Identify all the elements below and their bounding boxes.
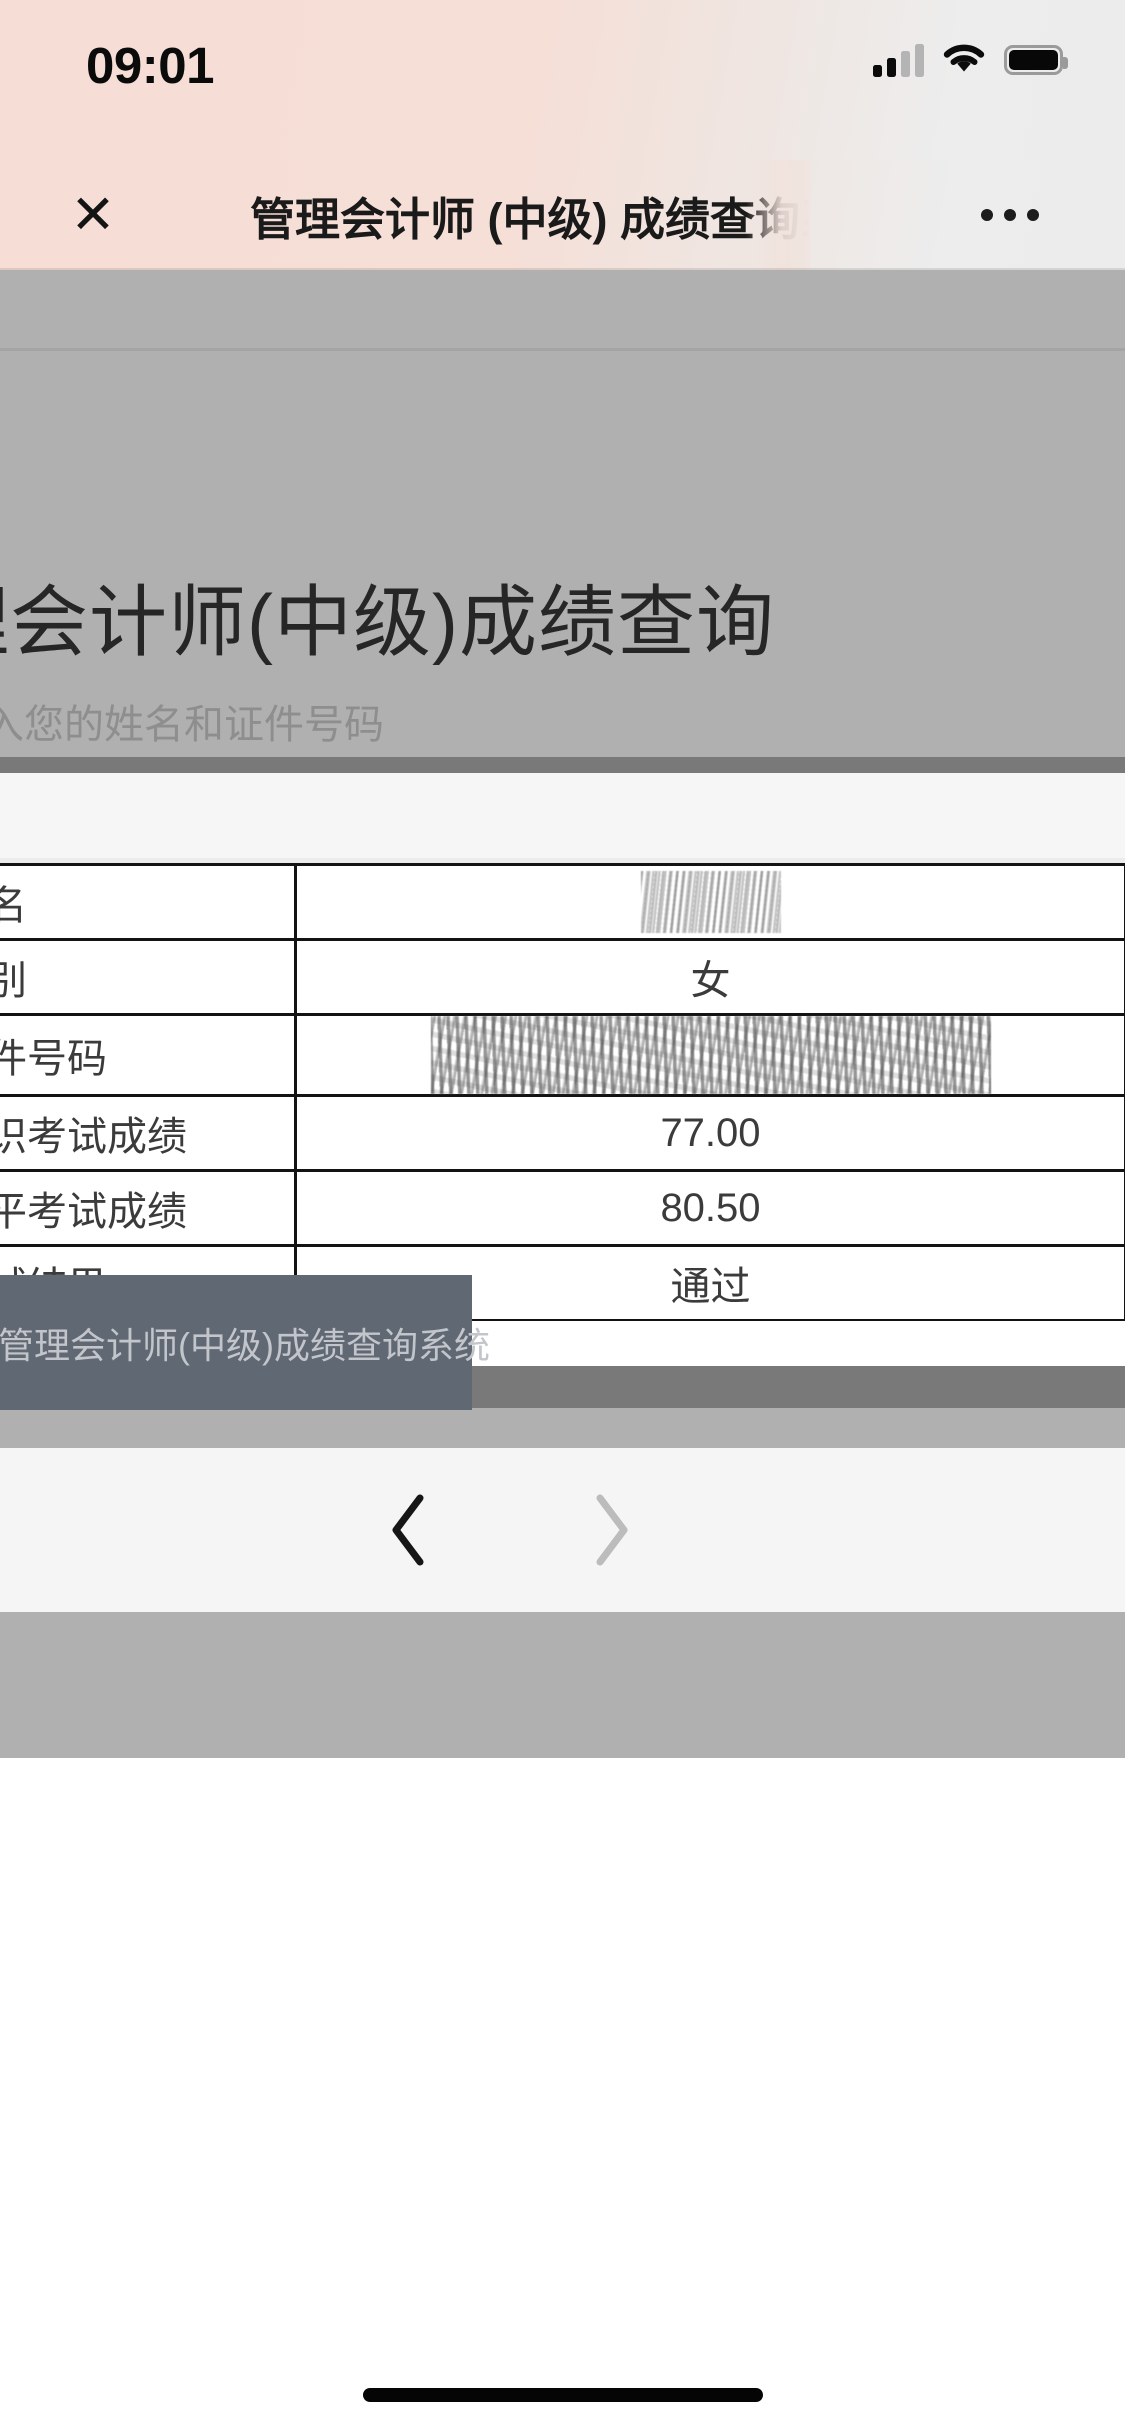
table-cell-label: 知识考试成绩: [0, 1094, 297, 1172]
page-subheading: 请输入您的姓名和证件号码: [0, 703, 384, 747]
home-indicator[interactable]: [362, 2388, 763, 2402]
phone-screen: 09:01 ✕ 管理会计师 (中级) 成绩查询系统 管理会计师(中级)成绩查询 …: [0, 0, 1125, 2436]
redaction-mark-name: [640, 871, 781, 933]
table-cell-value: 女: [294, 938, 1125, 1016]
forward-chevron-icon[interactable]: [535, 1448, 685, 1612]
redaction-mark-id: [430, 1016, 991, 1094]
table-row: 性别 女: [0, 938, 1125, 1016]
browser-toolbar: [0, 1448, 1125, 1612]
page-hero-banner: 管理会计师(中级)成绩查询 请输入您的姓名和证件号码: [0, 270, 1125, 773]
table-cell-value: 77.00: [294, 1094, 1125, 1172]
back-chevron-icon[interactable]: [335, 1448, 485, 1612]
table-row: 水平考试成绩 80.50: [0, 1169, 1125, 1247]
wifi-icon: [943, 44, 985, 76]
table-cell-label: 姓名: [0, 863, 297, 941]
table-row: 证件号码: [0, 1013, 1125, 1097]
page-heading: 管理会计师(中级)成绩查询: [0, 578, 775, 666]
table-cell-value: [294, 1013, 1125, 1097]
nav-divider: [0, 268, 1125, 270]
table-row: 姓名: [0, 863, 1125, 941]
page-title: 管理会计师 (中级) 成绩查询系统: [250, 160, 810, 270]
status-bar: 09:01: [0, 0, 1125, 160]
table-cell-value: 80.50: [294, 1169, 1125, 1247]
cellular-signal-icon: [873, 43, 924, 77]
system-name-box: 管理会计师(中级)成绩查询系统: [0, 1275, 490, 1410]
section-spacer: [0, 773, 1125, 861]
navigation-bar: ✕ 管理会计师 (中级) 成绩查询系统: [0, 160, 1125, 270]
table-row: 知识考试成绩 77.00: [0, 1094, 1125, 1172]
status-bar-indicators: [873, 36, 1068, 84]
more-options-icon[interactable]: [955, 160, 1065, 270]
table-cell-label: 证件号码: [0, 1013, 297, 1097]
hero-divider: [0, 348, 1125, 351]
webview-content: 管理会计师(中级)成绩查询 请输入您的姓名和证件号码 姓名 性别 女: [0, 270, 1125, 2436]
table-cell-value: [294, 863, 1125, 941]
table-cell-label: 水平考试成绩: [0, 1169, 297, 1247]
close-icon[interactable]: ✕: [48, 160, 138, 270]
status-bar-clock: 09:01: [86, 37, 214, 94]
battery-icon: [1004, 45, 1068, 75]
system-name-label: 管理会计师(中级)成绩查询系统: [0, 1324, 490, 1366]
table-cell-label: 性别: [0, 938, 297, 1016]
